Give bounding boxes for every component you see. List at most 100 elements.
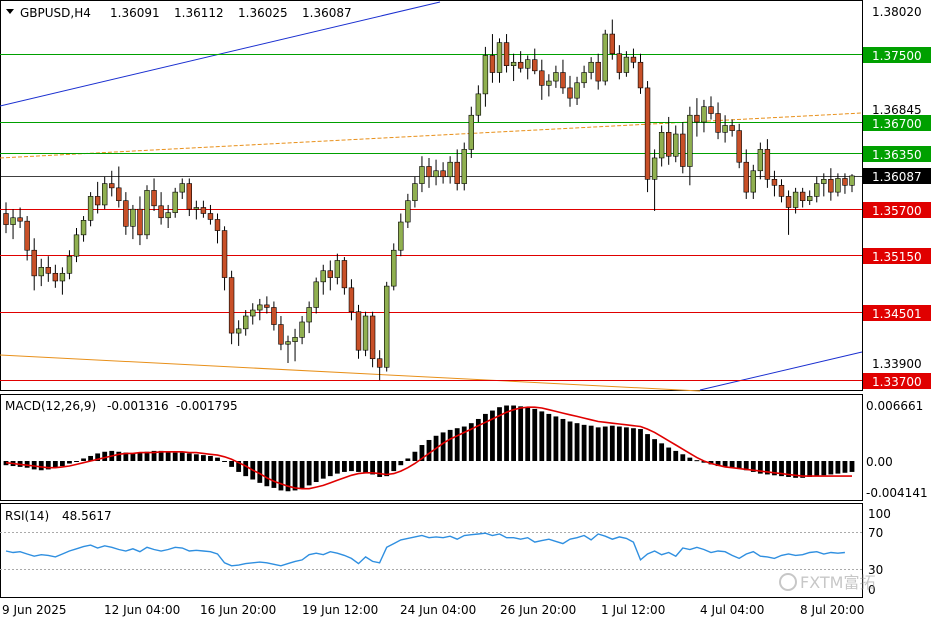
current-price-tag-text: 1.36087 (872, 170, 922, 184)
candle-bullish (73, 234, 80, 257)
macd-bar (828, 461, 834, 475)
macd-bar (412, 451, 418, 461)
candle-bullish (383, 285, 390, 368)
price-axis: 1.38020 1.36845 1.33900 1.37500 1.36700 … (863, 5, 931, 389)
macd-bar (215, 457, 220, 461)
candle-bearish (200, 207, 207, 214)
candle-bullish (419, 166, 425, 184)
macd-bar (278, 461, 284, 491)
candle-bearish (595, 61, 601, 82)
time-tick: 19 Jun 12:00 (302, 603, 378, 617)
candle-bullish (475, 93, 482, 116)
candle-bearish (644, 87, 651, 180)
time-tick: 8 Jul 20:00 (800, 603, 864, 617)
candle-bullish (299, 321, 305, 338)
candle-bearish (45, 267, 52, 274)
macd-bar (736, 461, 742, 469)
macd-bar (518, 406, 524, 461)
macd-bar (222, 461, 227, 462)
candle-bearish (369, 315, 376, 360)
candle-bearish (264, 304, 270, 308)
orange-lower-trendline (0, 354, 701, 392)
macd-bar (440, 432, 446, 461)
macd-bar (694, 460, 700, 462)
candle-bullish (623, 56, 630, 73)
time-tick: 9 Jun 2025 (2, 603, 67, 617)
macd-bar (567, 421, 573, 461)
macd-bar (511, 405, 516, 461)
candle-bullish (602, 33, 608, 82)
low-value: 1.36025 (238, 6, 288, 20)
macd-bar (842, 461, 848, 473)
candle-bullish (814, 183, 820, 197)
level-tag-text: 1.36700 (872, 117, 922, 131)
candle-bearish (665, 132, 672, 157)
orange-upper-trendline (0, 112, 863, 159)
candle-bullish (524, 59, 531, 69)
candle-bearish (637, 61, 644, 89)
level-tag-text: 1.37500 (872, 49, 922, 63)
macd-axis-tick: 0.00 (866, 455, 893, 469)
candle-bullish (510, 61, 517, 66)
candle-bearish (764, 149, 771, 180)
candle-bullish (673, 133, 679, 157)
close-value: 1.36087 (302, 6, 352, 20)
macd-bar (525, 407, 531, 461)
macd-bar (67, 461, 72, 464)
menu-triangle-icon[interactable] (6, 9, 14, 14)
candle-bullish (412, 183, 418, 201)
candle-bullish (257, 304, 263, 311)
candle-bullish (80, 220, 87, 236)
price-tick: 1.38020 (872, 5, 922, 19)
candle-bearish (503, 42, 510, 66)
macd-bar (229, 461, 234, 467)
level-tag-text: 1.33700 (872, 375, 922, 389)
macd-bar (356, 461, 361, 472)
macd-bar (193, 454, 199, 461)
macd-bar (208, 455, 213, 461)
candle-bearish (278, 324, 284, 345)
candle-bearish (228, 277, 235, 334)
macd-bar (581, 424, 587, 461)
candle-bearish (828, 179, 834, 193)
candle-bearish (539, 70, 545, 86)
macd-bar (588, 425, 594, 461)
macd-bar (398, 461, 404, 466)
candle-bearish (123, 200, 129, 227)
fxtm-watermark-text: FXTM富拓 (800, 573, 875, 592)
open-value: 1.36091 (110, 6, 160, 20)
candle-bullish (757, 149, 764, 172)
macd-bar (201, 455, 206, 461)
rsi-axis-tick: 100 (868, 507, 891, 521)
candle-bearish (842, 178, 848, 186)
candle-bearish (729, 125, 735, 131)
candle-bearish (743, 161, 749, 193)
macd-bar (271, 461, 277, 488)
candle-bearish (376, 358, 383, 368)
level-tag-text: 1.34501 (872, 307, 922, 321)
macd-bar (102, 451, 108, 461)
candle-bearish (214, 219, 221, 231)
candle-bullish (102, 183, 108, 206)
macd-bar (659, 443, 665, 461)
macd-bar (38, 461, 44, 471)
rsi-axis-tick: 70 (868, 526, 883, 540)
candle-bullish (66, 255, 73, 274)
time-tick: 4 Jul 04:00 (700, 603, 764, 617)
blue-lower-trendline (699, 351, 863, 391)
symbol-label: GBPUSD,H4 (20, 6, 91, 20)
candle-bearish (109, 183, 115, 189)
macd-bar (645, 434, 650, 461)
candle-bearish (630, 56, 637, 63)
macd-bar (553, 416, 559, 461)
candle-bullish (405, 200, 411, 223)
candle-bullish (362, 315, 369, 351)
candle-bullish (87, 196, 94, 221)
macd-bar (539, 411, 545, 461)
rsi-line (5, 532, 845, 567)
macd-bar (165, 451, 171, 461)
candle-bullish (581, 72, 587, 84)
candle-bullish (165, 212, 171, 219)
candle-bullish (658, 132, 665, 159)
candle-bearish (680, 133, 686, 167)
